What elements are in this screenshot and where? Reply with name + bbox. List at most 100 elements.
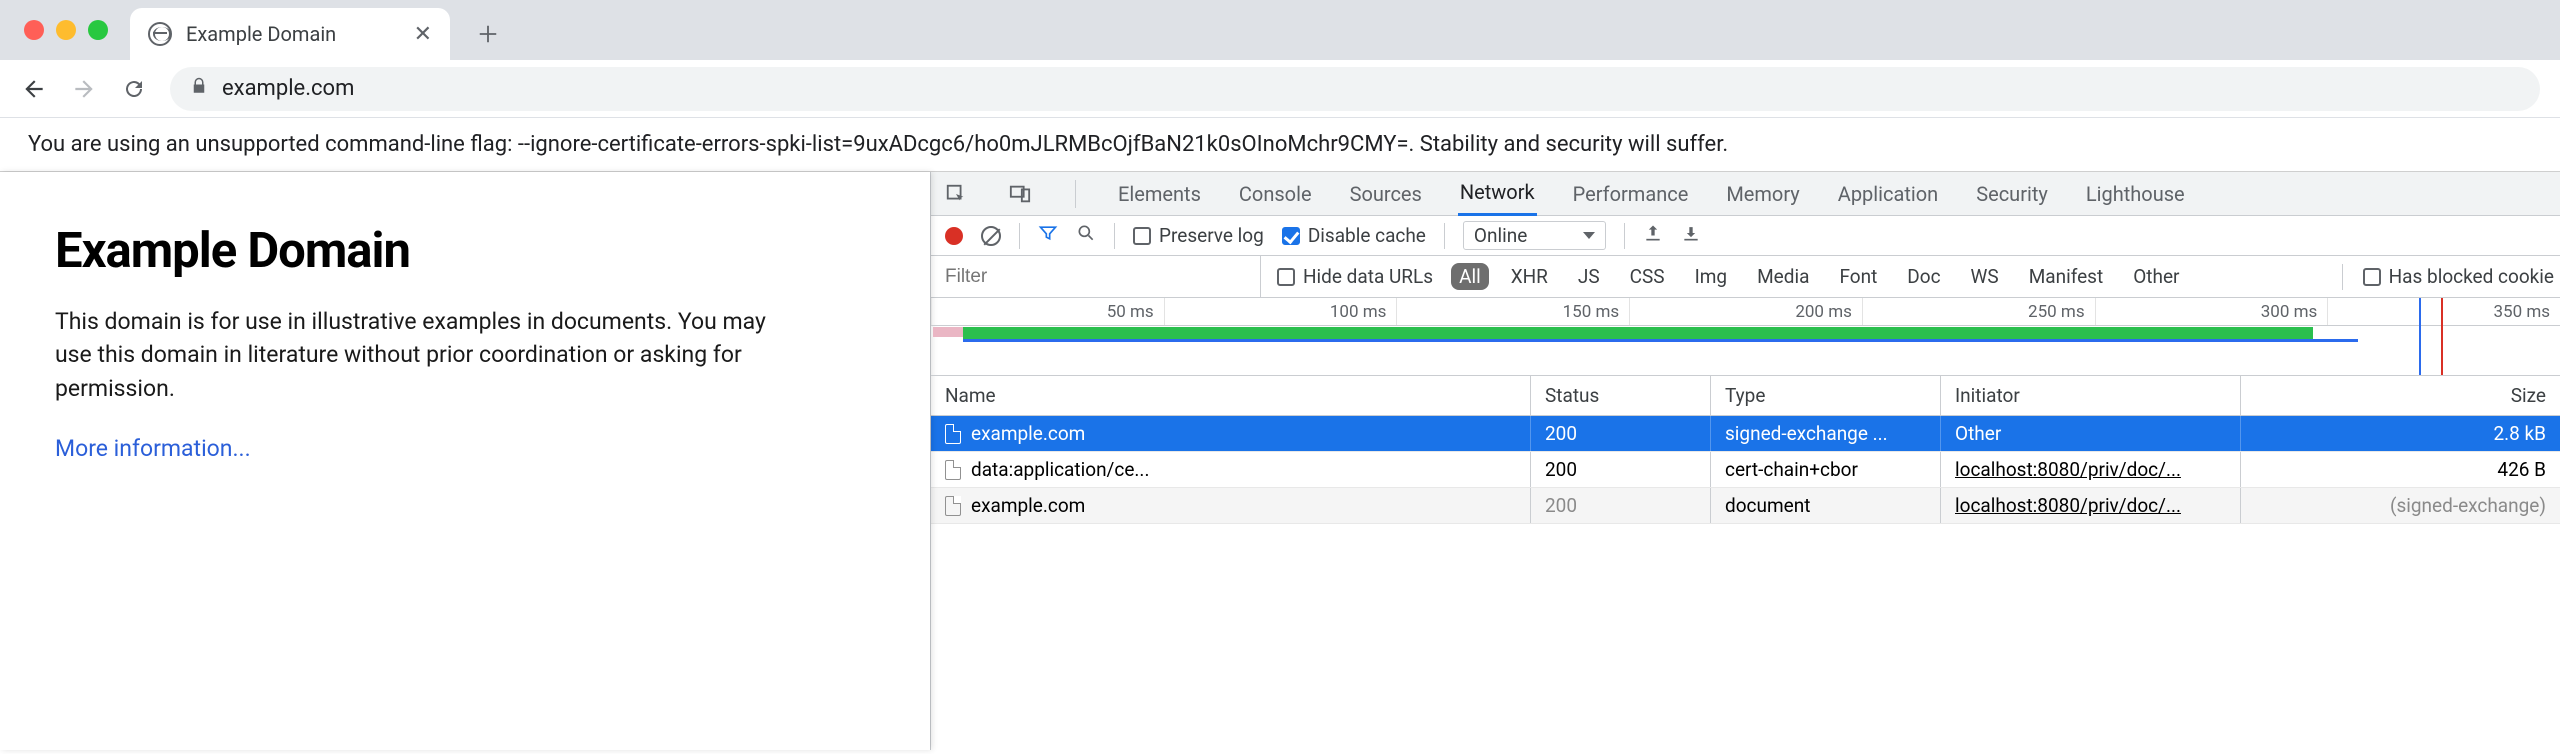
page-paragraph: This domain is for use in illustrative e… <box>55 305 775 405</box>
has-blocked-cookies-checkbox[interactable]: Has blocked cookie <box>2363 265 2554 288</box>
col-name[interactable]: Name <box>931 376 1531 415</box>
filter-type-xhr[interactable]: XHR <box>1503 263 1556 290</box>
filter-type-other[interactable]: Other <box>2125 263 2187 290</box>
hide-data-urls-label: Hide data URLs <box>1303 265 1433 288</box>
filter-type-manifest[interactable]: Manifest <box>2021 263 2112 290</box>
ruler-tick: 150 ms <box>1396 298 1629 325</box>
request-initiator[interactable]: localhost:8080/priv/doc/... <box>1955 494 2181 517</box>
filter-type-img[interactable]: Img <box>1687 263 1736 290</box>
devtools-tabbar: Elements Console Sources Network Performance… <box>931 172 2560 216</box>
ruler-tick: 50 ms <box>931 298 1164 325</box>
domcontentloaded-line <box>2419 298 2421 375</box>
request-name: example.com <box>971 494 1085 517</box>
network-timeline[interactable]: 50 ms100 ms150 ms200 ms250 ms300 ms350 m… <box>931 298 2560 376</box>
warning-infobar: You are using an unsupported command-lin… <box>0 118 2560 172</box>
col-status[interactable]: Status <box>1531 376 1711 415</box>
request-type: signed-exchange ... <box>1711 416 1941 451</box>
chevron-down-icon <box>1583 232 1595 239</box>
timeline-bar <box>963 339 2358 342</box>
request-type: document <box>1711 488 1941 523</box>
request-row[interactable]: example.com 200document localhost:8080/pri… <box>931 488 2560 524</box>
omnibox-url: example.com <box>222 76 354 101</box>
window-close-button[interactable] <box>24 20 44 40</box>
filter-type-all[interactable]: All <box>1451 263 1489 290</box>
filter-type-css[interactable]: CSS <box>1622 263 1673 290</box>
devtools-tab-performance[interactable]: Performance <box>1571 172 1691 216</box>
clear-button[interactable] <box>981 226 1001 246</box>
page-heading: Example Domain <box>55 222 875 279</box>
browser-toolbar: example.com <box>0 60 2560 118</box>
filter-toggle-icon[interactable] <box>1038 223 1058 248</box>
tab-favicon-globe-icon <box>148 22 172 46</box>
devtools-tab-console[interactable]: Console <box>1237 172 1314 216</box>
request-name: example.com <box>971 422 1085 445</box>
new-tab-button[interactable] <box>468 14 508 54</box>
request-row[interactable]: data:application/ce...200cert-chain+cbor… <box>931 452 2560 488</box>
preserve-log-checkbox[interactable]: Preserve log <box>1133 224 1264 247</box>
filter-type-doc[interactable]: Doc <box>1899 263 1948 290</box>
request-name: data:application/ce... <box>971 458 1149 481</box>
filter-input[interactable] <box>931 256 1261 297</box>
upload-har-icon[interactable] <box>1643 223 1663 248</box>
col-initiator[interactable]: Initiator <box>1941 376 2241 415</box>
table-header-row: Name Status Type Initiator Size <box>931 376 2560 416</box>
back-button[interactable] <box>20 75 48 103</box>
timeline-bar <box>933 327 963 337</box>
request-size: 2.8 kB <box>2241 416 2560 451</box>
window-minimize-button[interactable] <box>56 20 76 40</box>
filter-type-ws[interactable]: WS <box>1963 263 2007 290</box>
more-info-link[interactable]: More information... <box>55 435 251 462</box>
timeline-bar <box>963 327 2313 339</box>
filter-type-font[interactable]: Font <box>1831 263 1885 290</box>
devtools-tab-network[interactable]: Network <box>1458 172 1537 216</box>
ruler-tick: 250 ms <box>1862 298 2095 325</box>
lock-icon <box>190 76 208 102</box>
document-icon <box>945 496 961 516</box>
request-size: 426 B <box>2241 452 2560 487</box>
record-button[interactable] <box>945 227 963 245</box>
filter-type-js[interactable]: JS <box>1570 263 1608 290</box>
devtools-tab-elements[interactable]: Elements <box>1116 172 1203 216</box>
throttling-select[interactable]: Online <box>1463 221 1606 250</box>
network-request-table: Name Status Type Initiator Size example.… <box>931 376 2560 750</box>
forward-button[interactable] <box>70 75 98 103</box>
infobar-text: You are using an unsupported command-lin… <box>28 132 1728 157</box>
omnibox[interactable]: example.com <box>170 67 2540 111</box>
network-toolbar: Preserve log Disable cache Online <box>931 216 2560 256</box>
devtools-tab-security[interactable]: Security <box>1974 172 2050 216</box>
network-filter-row: Hide data URLs All XHR JS CSS Img Media Font Do… <box>931 256 2560 298</box>
download-har-icon[interactable] <box>1681 223 1701 248</box>
col-type[interactable]: Type <box>1711 376 1941 415</box>
document-icon <box>945 424 961 444</box>
ruler-tick: 300 ms <box>2095 298 2328 325</box>
devtools-tab-sources[interactable]: Sources <box>1348 172 1424 216</box>
inspect-element-icon[interactable] <box>941 179 971 209</box>
request-row[interactable]: example.com200signed-exchange ...Other2.… <box>931 416 2560 452</box>
filter-type-media[interactable]: Media <box>1749 263 1817 290</box>
browser-tabstrip: Example Domain ✕ <box>0 0 2560 60</box>
browser-tab[interactable]: Example Domain ✕ <box>130 8 450 60</box>
has-blocked-label: Has blocked cookie <box>2389 265 2554 288</box>
search-icon[interactable] <box>1076 223 1096 248</box>
throttling-value: Online <box>1474 224 1527 247</box>
request-type: cert-chain+cbor <box>1711 452 1941 487</box>
col-size[interactable]: Size <box>2241 376 2560 415</box>
window-zoom-button[interactable] <box>88 20 108 40</box>
page-content: Example Domain This domain is for use in… <box>0 172 930 750</box>
devtools-tab-application[interactable]: Application <box>1836 172 1940 216</box>
ruler-tick: 100 ms <box>1164 298 1397 325</box>
request-initiator[interactable]: localhost:8080/priv/doc/... <box>1955 458 2181 481</box>
disable-cache-checkbox[interactable]: Disable cache <box>1282 224 1426 247</box>
device-toolbar-icon[interactable] <box>1005 179 1035 209</box>
devtools-tab-memory[interactable]: Memory <box>1724 172 1801 216</box>
request-status: 200 <box>1531 488 1711 523</box>
document-icon <box>945 460 961 480</box>
preserve-log-label: Preserve log <box>1159 224 1264 247</box>
request-initiator: Other <box>1955 422 2001 445</box>
tab-close-icon[interactable]: ✕ <box>414 22 432 47</box>
devtools-tab-lighthouse[interactable]: Lighthouse <box>2084 172 2187 216</box>
hide-data-urls-checkbox[interactable]: Hide data URLs <box>1277 265 1433 288</box>
ruler-tick: 200 ms <box>1629 298 1862 325</box>
ruler-tick: 350 ms <box>2327 298 2560 325</box>
reload-button[interactable] <box>120 75 148 103</box>
